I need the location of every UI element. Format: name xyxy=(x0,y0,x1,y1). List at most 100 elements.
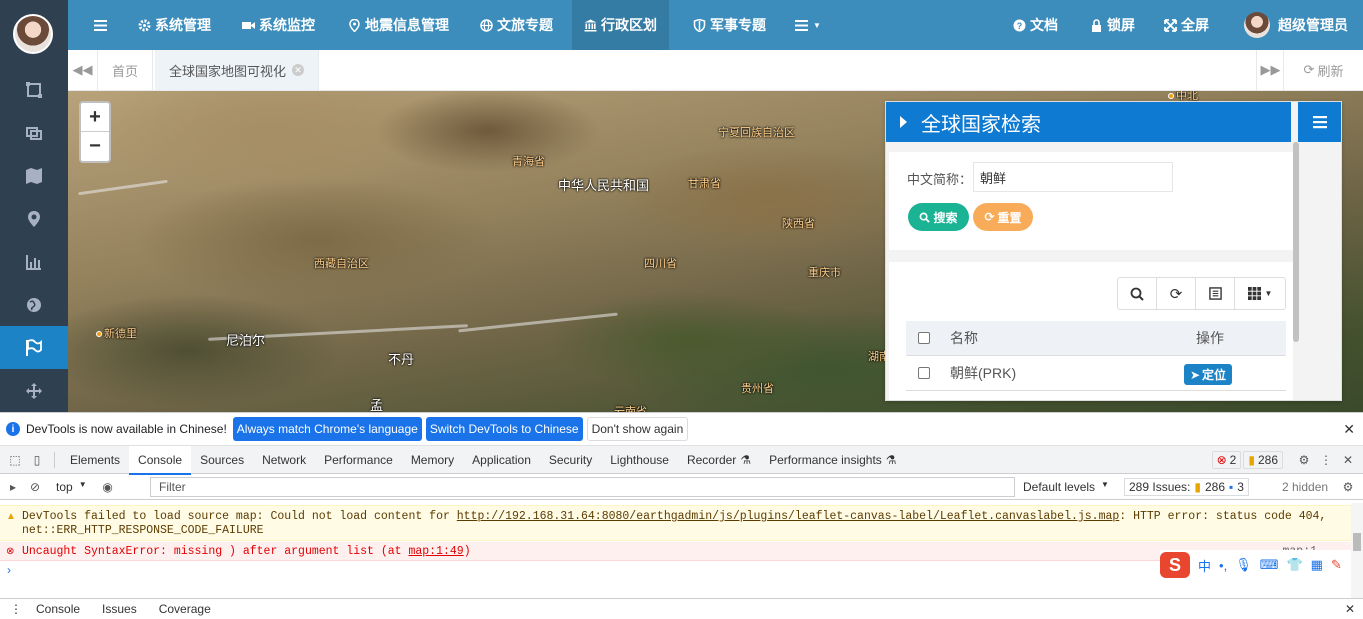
drawer-menu-icon[interactable]: ⋮ xyxy=(10,602,22,616)
nav-administrative-division[interactable]: 行政区划 xyxy=(572,0,669,50)
nav-system-management[interactable]: 系统管理 xyxy=(130,0,219,50)
fullscreen-button[interactable]: 全屏 xyxy=(1156,0,1217,50)
tab-lighthouse[interactable]: Lighthouse xyxy=(601,446,678,474)
more-menu-dropdown[interactable]: ▼ xyxy=(786,0,829,50)
console-filter-input[interactable]: Filter xyxy=(150,477,1015,497)
nav-military[interactable]: 军事专题 xyxy=(685,0,774,50)
settings-gear-icon[interactable]: ⚙ xyxy=(1293,446,1315,474)
sidebar-item-move[interactable] xyxy=(0,369,68,412)
tab-memory[interactable]: Memory xyxy=(402,446,463,474)
tab-performance-insights[interactable]: Performance insights ⚗ xyxy=(760,446,905,474)
error-location-link[interactable]: map:1:49 xyxy=(408,545,463,558)
table-row: 朝鲜(PRK) ➤ 定位 xyxy=(906,355,1286,391)
drawer-tab-issues[interactable]: Issues xyxy=(102,602,137,616)
table-header: 名称 操作 xyxy=(906,321,1286,355)
tabs-scroll-right-button[interactable]: ▶▶ xyxy=(1256,50,1284,90)
sidebar-item-frame[interactable] xyxy=(0,68,68,111)
drawer-tab-console[interactable]: Console xyxy=(36,602,80,616)
keyboard-icon[interactable]: ⌨ xyxy=(1260,557,1279,573)
log-levels-dropdown[interactable]: Default levels ▼ xyxy=(1023,480,1109,494)
tab-performance[interactable]: Performance xyxy=(315,446,402,474)
close-icon[interactable]: ✕ xyxy=(1343,421,1355,438)
refresh-button[interactable]: ▶▶ ⟳ 刷新 xyxy=(1256,50,1363,90)
context-selector[interactable]: top ▼ xyxy=(56,480,87,494)
tab-console[interactable]: Console xyxy=(129,445,192,475)
console-scrollbar[interactable] xyxy=(1351,503,1363,598)
row-checkbox[interactable] xyxy=(918,367,930,379)
nav-earthquake-info[interactable]: 地震信息管理 xyxy=(340,0,457,50)
docs-link[interactable]: ? 文档 xyxy=(1005,0,1066,50)
nav-system-monitor[interactable]: 系统监控 xyxy=(234,0,323,50)
user-menu[interactable]: 超级管理员 xyxy=(1236,0,1356,50)
tab-home[interactable]: 首页 xyxy=(98,50,154,90)
microphone-icon[interactable]: 🎙 xyxy=(1235,557,1252,573)
nav-culture-tourism[interactable]: 文旅专题 xyxy=(472,0,561,50)
lock-screen-button[interactable]: 锁屏 xyxy=(1082,0,1143,50)
tab-recorder[interactable]: Recorder ⚗ xyxy=(678,446,760,474)
sidebar-item-chart[interactable] xyxy=(0,240,68,283)
more-options-icon[interactable]: ⋮ xyxy=(1315,446,1337,474)
close-icon[interactable]: ✕ xyxy=(1345,602,1355,616)
sidebar-toggle-icon[interactable]: ▸ xyxy=(2,473,24,501)
sogou-logo-icon[interactable]: S xyxy=(1160,552,1190,578)
close-icon[interactable]: ✕ xyxy=(292,64,305,76)
sidebar-item-map[interactable] xyxy=(0,154,68,197)
ime-language-toggle[interactable]: 中 xyxy=(1198,556,1211,575)
tab-elements[interactable]: Elements xyxy=(61,446,129,474)
always-match-language-button[interactable]: Always match Chrome's language xyxy=(232,417,422,441)
more-tools-icon[interactable]: ✎ xyxy=(1331,557,1342,573)
devtools-pane: i DevTools is now available in Chinese! … xyxy=(0,412,1363,619)
clear-console-icon[interactable]: ⊘ xyxy=(24,473,46,501)
user-avatar[interactable] xyxy=(13,14,53,54)
error-count-badge[interactable]: ⊗ 2 xyxy=(1211,450,1242,469)
reset-button[interactable]: ⟳ 重置 xyxy=(973,203,1033,231)
panel-header[interactable]: 全球国家检索 xyxy=(886,102,1291,142)
tab-security[interactable]: Security xyxy=(540,446,601,474)
locate-button[interactable]: ➤ 定位 xyxy=(1184,364,1232,385)
source-map-link[interactable]: http://192.168.31.64:8080/earthgadmin/js… xyxy=(457,510,1120,523)
issues-counter[interactable]: 289 Issues: ▮ 286 ▪ 3 xyxy=(1124,477,1249,496)
ime-punctuation-toggle[interactable]: •, xyxy=(1219,558,1227,573)
warning-count-badge[interactable]: ▮ 286 xyxy=(1243,450,1283,469)
drawer-tab-coverage[interactable]: Coverage xyxy=(159,602,211,616)
sidebar-item-globe[interactable] xyxy=(0,283,68,326)
sidebar-toggle-button[interactable] xyxy=(86,0,115,50)
skin-shirt-icon[interactable]: 👕 xyxy=(1286,557,1302,573)
map-label-meng: 孟 xyxy=(370,398,384,412)
map-label-nepal: 尼泊尔 xyxy=(226,333,266,348)
search-button[interactable]: 搜索 xyxy=(908,203,969,231)
select-all-checkbox[interactable] xyxy=(918,332,930,344)
table-search-button[interactable] xyxy=(1118,278,1157,309)
shield-icon xyxy=(693,18,706,32)
switch-to-chinese-button[interactable]: Switch DevTools to Chinese xyxy=(425,417,583,441)
device-toolbar-icon[interactable]: ▯ xyxy=(26,446,48,474)
panel-menu-button[interactable] xyxy=(1298,102,1341,142)
sidebar-item-layers[interactable] xyxy=(0,111,68,154)
toolbox-grid-icon[interactable]: ▦ xyxy=(1311,557,1323,573)
console-prompt-icon[interactable]: › xyxy=(7,563,11,577)
sidebar-item-flag[interactable] xyxy=(0,326,68,369)
dont-show-again-button[interactable]: Don't show again xyxy=(586,417,689,441)
table-refresh-button[interactable]: ⟳ xyxy=(1157,278,1196,309)
panel-scrollbar[interactable] xyxy=(1293,142,1299,342)
map-label-guizhou: 贵州省 xyxy=(741,383,774,395)
tab-network[interactable]: Network xyxy=(253,446,315,474)
tab-sources[interactable]: Sources xyxy=(191,446,253,474)
zoom-in-button[interactable]: + xyxy=(81,103,109,132)
sidebar-item-location[interactable] xyxy=(0,197,68,240)
search-icon xyxy=(920,212,931,223)
zoom-out-button[interactable]: − xyxy=(81,132,109,161)
tab-application[interactable]: Application xyxy=(463,446,540,474)
divider xyxy=(54,451,55,468)
short-name-input[interactable] xyxy=(973,162,1173,192)
inspect-element-icon[interactable]: ⬚ xyxy=(4,446,26,474)
tab-global-country-map[interactable]: 全球国家地图可视化 ✕ xyxy=(155,50,320,90)
table-columns-dropdown[interactable]: ▼ xyxy=(1235,278,1285,309)
tabs-scroll-left-button[interactable]: ◀◀ xyxy=(68,50,98,90)
table-toggle-view-button[interactable] xyxy=(1196,278,1235,309)
live-expression-eye-icon[interactable]: ◉ xyxy=(97,473,119,501)
close-icon[interactable]: ✕ xyxy=(1337,446,1359,474)
satellite-map[interactable]: 中北 宁夏回族自治区 青海省 中华人民共和国 甘肃省 陕西省 西藏自治区 四川省… xyxy=(68,91,1363,412)
console-settings-gear-icon[interactable]: ⚙ xyxy=(1337,473,1359,501)
warning-icon: ▲ xyxy=(6,511,16,522)
